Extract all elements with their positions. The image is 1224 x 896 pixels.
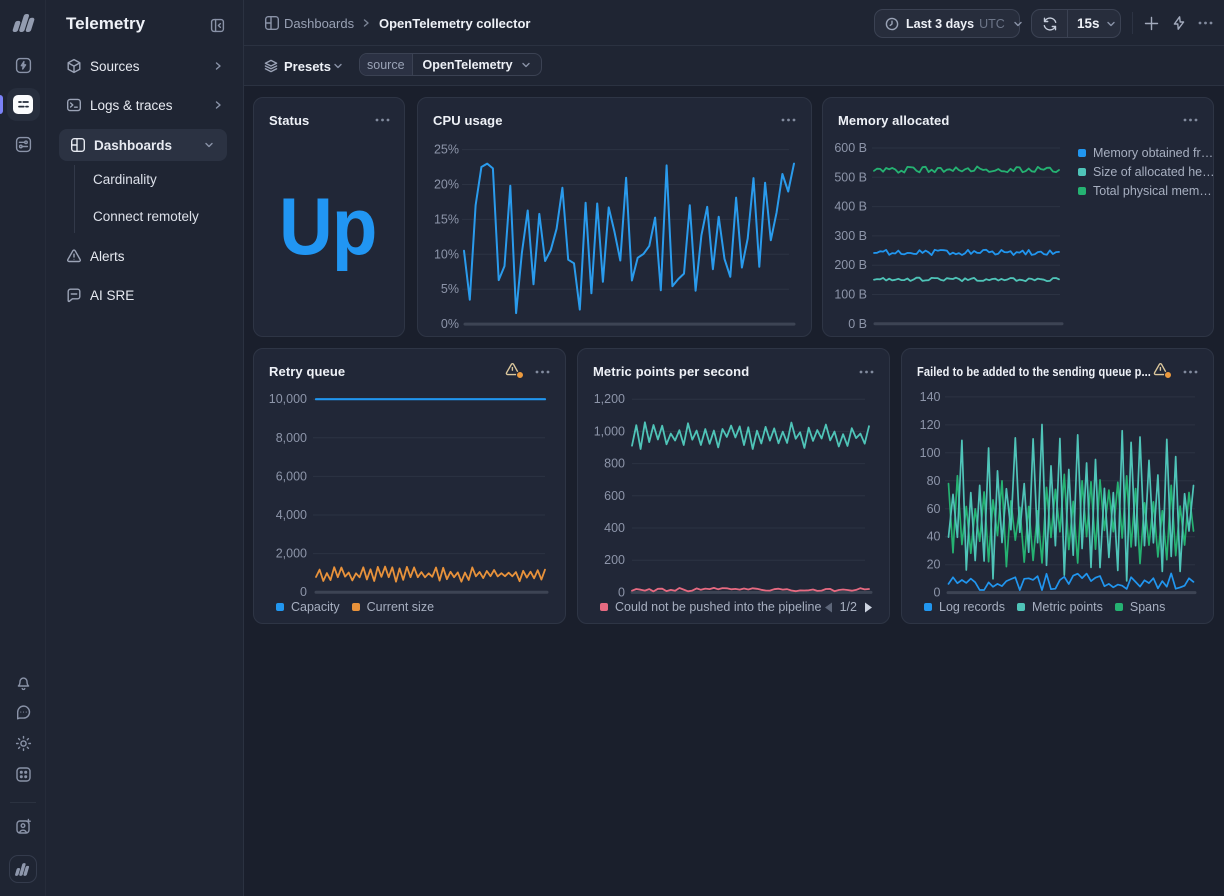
svg-text:200: 200 bbox=[604, 553, 625, 567]
svg-text:300 B: 300 B bbox=[834, 229, 867, 243]
svg-text:20%: 20% bbox=[434, 178, 459, 192]
svg-text:6,000: 6,000 bbox=[276, 469, 307, 483]
svg-text:5%: 5% bbox=[441, 282, 459, 296]
svg-text:600: 600 bbox=[604, 489, 625, 503]
svg-text:600 B: 600 B bbox=[834, 141, 867, 155]
svg-text:100 B: 100 B bbox=[834, 288, 867, 302]
svg-text:0 B: 0 B bbox=[848, 317, 867, 331]
svg-text:1,200: 1,200 bbox=[594, 392, 625, 406]
svg-text:0: 0 bbox=[934, 586, 941, 600]
svg-text:1,000: 1,000 bbox=[594, 424, 625, 438]
svg-text:80: 80 bbox=[927, 474, 941, 488]
svg-text:140: 140 bbox=[920, 390, 941, 404]
svg-text:25%: 25% bbox=[434, 143, 459, 157]
svg-text:2,000: 2,000 bbox=[276, 547, 307, 561]
svg-text:400: 400 bbox=[604, 521, 625, 535]
svg-text:800: 800 bbox=[604, 457, 625, 471]
svg-text:100: 100 bbox=[920, 446, 941, 460]
svg-text:200 B: 200 B bbox=[834, 258, 867, 272]
svg-text:10,000: 10,000 bbox=[269, 392, 307, 406]
svg-text:500 B: 500 B bbox=[834, 170, 867, 184]
svg-text:0: 0 bbox=[618, 585, 625, 599]
svg-text:15%: 15% bbox=[434, 212, 459, 226]
svg-text:40: 40 bbox=[927, 530, 941, 544]
svg-text:400 B: 400 B bbox=[834, 200, 867, 214]
svg-text:0%: 0% bbox=[441, 317, 459, 331]
svg-text:8,000: 8,000 bbox=[276, 431, 307, 445]
svg-text:4,000: 4,000 bbox=[276, 508, 307, 522]
svg-text:10%: 10% bbox=[434, 247, 459, 261]
svg-text:120: 120 bbox=[920, 418, 941, 432]
svg-text:20: 20 bbox=[927, 558, 941, 572]
svg-text:0: 0 bbox=[300, 585, 307, 599]
svg-text:60: 60 bbox=[927, 502, 941, 516]
